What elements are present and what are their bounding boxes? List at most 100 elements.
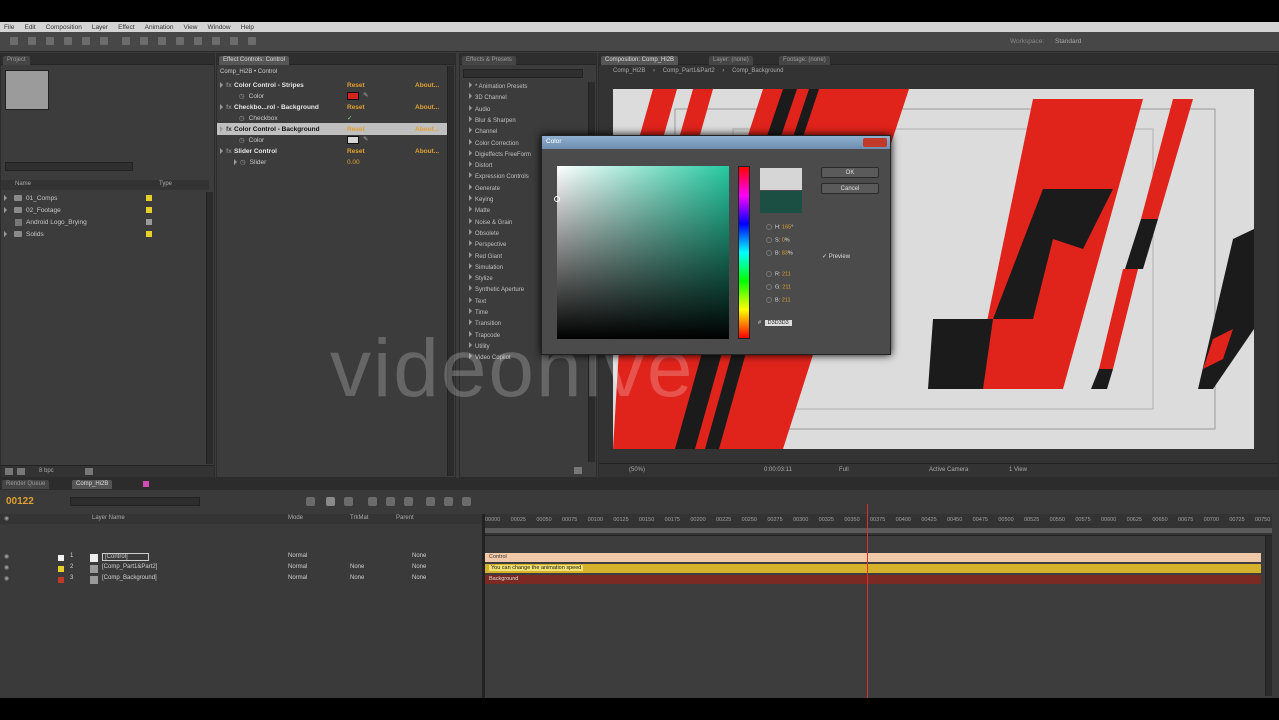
expand-triangle-icon[interactable]	[469, 274, 472, 281]
expand-triangle-icon[interactable]	[220, 104, 223, 110]
effect-category[interactable]: Text	[466, 296, 486, 305]
work-area-bar[interactable]	[485, 528, 1272, 533]
eyedropper-icon[interactable]: ✎	[363, 135, 368, 143]
timeline-tracks[interactable]: 00000 00025 00050 00075 00100 00125 00150 00175…	[485, 514, 1272, 698]
eyedropper-icon[interactable]: ✎	[363, 91, 368, 99]
trkmat-dropdown[interactable]: None	[350, 575, 364, 581]
effect-category[interactable]: Obsolete	[466, 228, 499, 237]
new-preset-icon[interactable]	[574, 467, 582, 474]
resolution-dropdown[interactable]: Full	[839, 467, 849, 473]
blue-field[interactable]: B: 211	[766, 297, 796, 305]
breadcrumb-item[interactable]: Comp_Background	[732, 68, 783, 74]
ok-button[interactable]: OK	[821, 167, 879, 178]
effect-category[interactable]: Noise & Grain	[466, 217, 512, 226]
tab-footage[interactable]: Footage: (none)	[779, 56, 830, 65]
expand-triangle-icon[interactable]	[469, 296, 472, 303]
expand-triangle-icon[interactable]	[469, 172, 472, 179]
auto-keyframe-icon[interactable]	[444, 497, 453, 506]
menu-view[interactable]: View	[184, 24, 198, 31]
effect-category[interactable]: Audio	[466, 104, 490, 113]
original-color-swatch[interactable]	[760, 191, 802, 213]
menu-layer[interactable]: Layer	[92, 24, 108, 31]
column-mode[interactable]: Mode	[288, 515, 303, 521]
expand-triangle-icon[interactable]	[469, 195, 472, 201]
project-item[interactable]: Android Logo_Brying	[1, 216, 206, 228]
mode-dropdown[interactable]: Normal	[288, 553, 307, 559]
expand-triangle-icon[interactable]	[469, 138, 472, 145]
layer-duration-bar[interactable]: Background	[485, 575, 1261, 584]
effect-category[interactable]: Stylize	[466, 274, 493, 282]
expand-triangle-icon[interactable]	[220, 126, 223, 132]
slider-value[interactable]: 0.00	[347, 159, 360, 166]
stopwatch-icon[interactable]: ◷	[240, 158, 246, 166]
expand-triangle-icon[interactable]	[469, 308, 472, 314]
camera-tool-icon[interactable]	[82, 37, 90, 45]
eye-icon[interactable]: ◉	[4, 553, 9, 560]
workspace-select[interactable]: Standard	[1055, 38, 1081, 45]
effects-search-input[interactable]	[463, 69, 583, 78]
selection-tool-icon[interactable]	[10, 37, 18, 45]
brightness-field[interactable]: B: 83%	[766, 250, 796, 258]
close-icon[interactable]	[863, 138, 887, 147]
checkbox-checked-icon[interactable]: ✓	[822, 254, 827, 260]
color-swatch[interactable]	[347, 136, 359, 144]
tab-project[interactable]: Project	[3, 56, 30, 65]
green-field[interactable]: G: 211	[766, 284, 796, 292]
expand-triangle-icon[interactable]	[469, 93, 472, 100]
effect-category[interactable]: 3D Channel	[466, 93, 507, 101]
tab-layer[interactable]: Layer: (none)	[709, 56, 753, 65]
effect-category[interactable]: Digieffects FreeForm	[466, 149, 531, 158]
expand-triangle-icon[interactable]	[469, 217, 472, 224]
interpret-footage-icon[interactable]	[5, 468, 13, 475]
motion-blur-icon[interactable]	[404, 497, 413, 506]
view-layout-dropdown[interactable]: 1 View	[1009, 467, 1027, 473]
stopwatch-icon[interactable]: ◷	[239, 92, 245, 100]
reset-link[interactable]: Reset	[347, 104, 365, 111]
expand-triangle-icon[interactable]	[469, 285, 472, 292]
about-link[interactable]: About...	[415, 126, 439, 133]
column-trkmat[interactable]: TrkMat	[350, 515, 368, 521]
parent-dropdown[interactable]: None	[412, 575, 426, 581]
cancel-button[interactable]: Cancel	[821, 183, 879, 194]
expand-triangle-icon[interactable]	[234, 159, 237, 165]
reset-link[interactable]: Reset	[347, 126, 365, 133]
tab-comp-timeline[interactable]: Comp_Hi2B	[72, 480, 113, 489]
hand-tool-icon[interactable]	[28, 37, 36, 45]
time-ruler[interactable]: 00000 00025 00050 00075 00100 00125 00150 00175…	[485, 514, 1272, 536]
layer-row[interactable]: ◉ 3 [Comp_Background] Normal None None	[0, 575, 482, 585]
comp-mini-flowchart-icon[interactable]	[306, 497, 315, 506]
project-item[interactable]: 01_Comps	[1, 192, 206, 204]
stopwatch-icon[interactable]: ◷	[239, 136, 245, 144]
effect-category[interactable]: Red Giant	[466, 251, 502, 260]
color-field[interactable]	[554, 166, 729, 339]
saturation-field[interactable]: S: 0%	[766, 237, 796, 245]
draft-3d-icon[interactable]	[344, 497, 353, 506]
eye-icon[interactable]: ◉	[4, 564, 9, 571]
parent-dropdown[interactable]: None	[412, 564, 426, 570]
menu-animation[interactable]: Animation	[145, 24, 174, 31]
checkbox-checked-icon[interactable]: ✓	[347, 114, 352, 122]
shy-layers-icon[interactable]	[368, 497, 377, 506]
column-source-name[interactable]: Layer Name	[92, 515, 125, 521]
radio-icon[interactable]	[766, 250, 772, 256]
clone-tool-icon[interactable]	[194, 37, 202, 45]
expand-triangle-icon[interactable]	[469, 228, 472, 235]
expand-triangle-icon[interactable]	[469, 183, 472, 190]
column-name[interactable]: Name	[15, 181, 31, 187]
pan-behind-tool-icon[interactable]	[100, 37, 108, 45]
layer-name[interactable]: [Comp_Part1&Part2]	[102, 564, 157, 570]
mode-dropdown[interactable]: Normal	[288, 564, 307, 570]
effect-category[interactable]: Expression Controls	[466, 172, 529, 180]
puppet-tool-icon[interactable]	[248, 37, 256, 45]
graph-editor-icon[interactable]	[462, 497, 471, 506]
effect-category[interactable]: Matte	[466, 206, 490, 214]
expand-triangle-icon[interactable]	[220, 82, 223, 88]
reset-link[interactable]: Reset	[347, 148, 365, 155]
tab-effects-presets[interactable]: Effects & Presets	[462, 56, 516, 65]
zoom-tool-icon[interactable]	[46, 37, 54, 45]
expand-triangle-icon[interactable]	[469, 240, 472, 247]
effect-category[interactable]: * Animation Presets	[466, 82, 527, 90]
effect-category[interactable]: Generate	[466, 183, 500, 192]
effect-category[interactable]: Blur & Sharpen	[466, 115, 516, 124]
menu-help[interactable]: Help	[241, 24, 254, 31]
